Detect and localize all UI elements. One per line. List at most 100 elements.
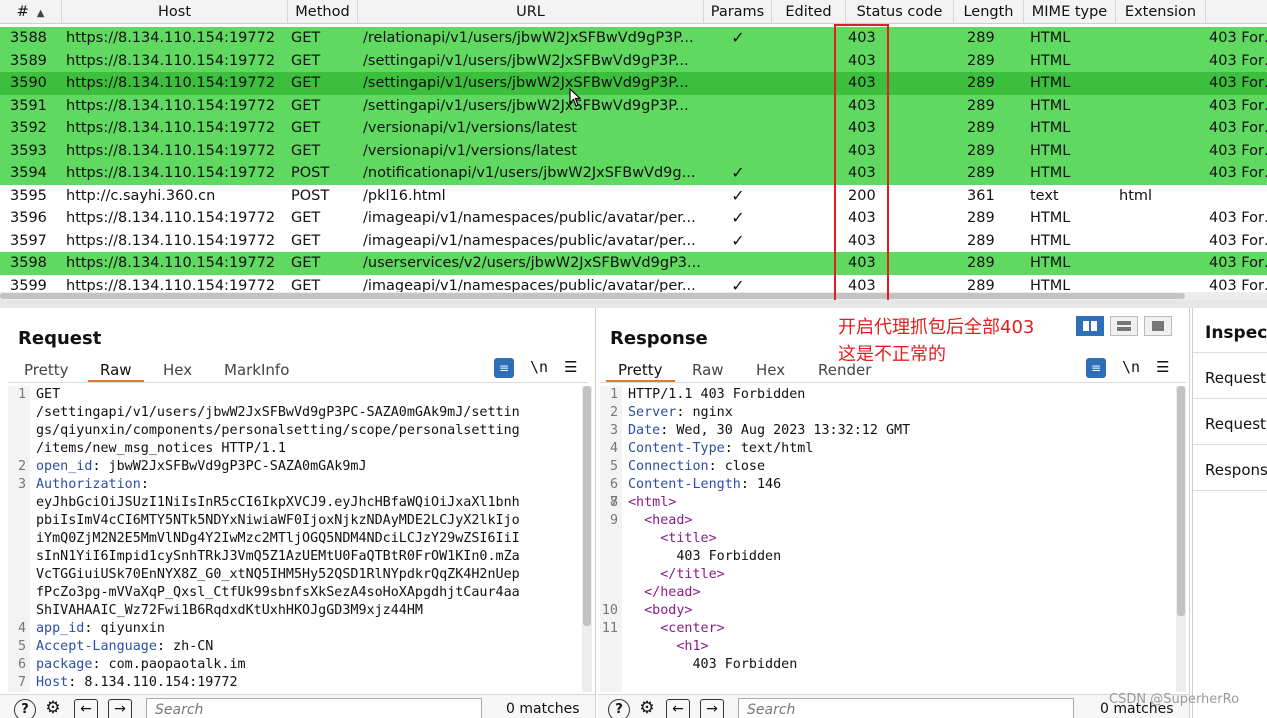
- col-header-title[interactable]: [1206, 0, 1267, 24]
- line-number: 6: [609, 477, 618, 492]
- inspector-response-headers[interactable]: Respons: [1205, 461, 1267, 479]
- row-method: GET: [291, 97, 321, 114]
- row-host: https://8.134.110.154:19772: [66, 30, 276, 46]
- wrap-lines-icon[interactable]: ≡: [1086, 358, 1106, 378]
- inspector-request-headers[interactable]: Request: [1205, 415, 1266, 433]
- code-token: : Wed, 30 Aug 2023 13:32:12 GMT: [660, 423, 911, 438]
- tab-hex[interactable]: Hex: [756, 360, 785, 382]
- line-number: 5: [17, 639, 26, 654]
- col-header-host[interactable]: Host: [62, 0, 288, 24]
- col-header-params[interactable]: Params: [704, 0, 772, 24]
- row-params: ✓: [731, 163, 745, 182]
- code-token: iYmQ0ZjM2N2E5MmVlNDg4Y2IwMzc2MTljOGQ5NDM…: [36, 531, 520, 546]
- row-url: /versionapi/v1/versions/latest: [363, 142, 577, 159]
- row-url: /settingapi/v1/users/jbwW2JxSFBwVd9gP3P.…: [363, 75, 689, 91]
- split-vertical-icon[interactable]: [1110, 316, 1138, 336]
- request-vertical-scrollbar[interactable]: [582, 386, 592, 692]
- code-line: </head>: [600, 584, 1174, 602]
- split-horizontal-icon[interactable]: [1076, 316, 1104, 336]
- row-extension: [1119, 27, 1199, 50]
- code-line: gs/qiyunxin/components/personalsetting/s…: [8, 422, 588, 440]
- response-vertical-scrollbar[interactable]: [1176, 386, 1186, 692]
- col-header-method[interactable]: Method: [288, 0, 358, 24]
- table-header: # ▲ Host Method URL Params Edited Status …: [0, 0, 1267, 24]
- table-row[interactable]: 3594 https://8.134.110.154:19772 POST/noti…: [0, 162, 1267, 185]
- tab-raw[interactable]: Raw: [88, 360, 144, 382]
- table-row[interactable]: 3588 https://8.134.110.154:19772 GET/relat…: [0, 27, 1267, 50]
- row-url: /notificationapi/v1/users/jbwW2JxSFBwVd9…: [363, 165, 696, 181]
- request-editor[interactable]: 1 GET/settingapi/v1/users/jbwW2JxSFBwVd9g…: [8, 386, 588, 692]
- gear-icon[interactable]: ⚙: [42, 699, 64, 718]
- menu-icon[interactable]: ☰: [1156, 358, 1169, 376]
- menu-icon[interactable]: ☰: [564, 358, 577, 376]
- line-number: 7: [17, 675, 26, 690]
- next-match-button[interactable]: →: [108, 699, 132, 718]
- row-extension: [1119, 95, 1199, 118]
- code-token: : text/html: [724, 441, 814, 456]
- search-input[interactable]: Search: [146, 698, 482, 718]
- code-line: 6 Content-Length: 146: [600, 476, 1174, 494]
- col-header-status-code[interactable]: Status code: [846, 0, 954, 24]
- horizontal-scrollbar[interactable]: [0, 292, 1267, 300]
- tab-pretty[interactable]: Pretty: [24, 360, 69, 382]
- newline-toggle[interactable]: \n: [530, 358, 548, 376]
- code-line: pbiIsImV4cCI6MTY5NTk5NDYxNiwiaWF0IjoxNjk…: [8, 512, 588, 530]
- row-url: /userservices/v2/users/jbwW2JxSFBwVd9gP3…: [363, 255, 701, 271]
- row-method: GET: [291, 75, 321, 91]
- response-editor[interactable]: 1 HTTP/1.1 403 Forbidden 2 Server: nginx 3 Da…: [600, 386, 1174, 692]
- table-row[interactable]: 3597 https://8.134.110.154:19772 GET/image…: [0, 230, 1267, 253]
- row-title: 403 Forbidden: [1209, 142, 1267, 159]
- inspector-request-attributes[interactable]: Request: [1205, 369, 1266, 387]
- row-params: [705, 95, 771, 118]
- table-row[interactable]: 3591 https://8.134.110.154:19772 GET/setti…: [0, 94, 1267, 118]
- row-params: [705, 117, 771, 140]
- table-row[interactable]: 3592 https://8.134.110.154:19772 GET/versi…: [0, 117, 1267, 140]
- line-number: 8: [609, 495, 618, 510]
- col-header-number[interactable]: # ▲: [0, 0, 62, 24]
- help-icon[interactable]: ?: [14, 699, 36, 718]
- search-input[interactable]: Search: [738, 698, 1074, 718]
- table-row[interactable]: 3589 https://8.134.110.154:19772 GET/setti…: [0, 49, 1267, 72]
- row-length: 289: [967, 210, 995, 226]
- wrap-lines-icon[interactable]: ≡: [494, 358, 514, 378]
- col-header-url[interactable]: URL: [358, 0, 704, 24]
- table-row[interactable]: 3595 http://c.sayhi.360.cn POST/pkl16.html…: [0, 185, 1267, 208]
- newline-toggle[interactable]: \n: [1122, 358, 1140, 376]
- row-host: https://8.134.110.154:19772: [66, 255, 276, 271]
- table-body: 3588 https://8.134.110.154:19772 GET/relat…: [0, 27, 1267, 297]
- tab-pretty[interactable]: Pretty: [606, 360, 675, 382]
- col-header-mime-type[interactable]: MIME type: [1024, 0, 1116, 24]
- col-header-extension[interactable]: Extension: [1116, 0, 1206, 24]
- help-icon[interactable]: ?: [608, 699, 630, 718]
- row-host: https://8.134.110.154:19772: [66, 97, 276, 114]
- row-method: POST: [291, 187, 330, 204]
- table-row[interactable]: 3590 https://8.134.110.154:19772 GET/setti…: [0, 72, 1267, 95]
- next-match-button[interactable]: →: [700, 699, 724, 718]
- tab-hex[interactable]: Hex: [163, 360, 192, 382]
- col-header-length[interactable]: Length: [954, 0, 1024, 24]
- row-number: 3595: [10, 187, 47, 204]
- row-method: GET: [291, 142, 321, 159]
- tab-markinfo[interactable]: MarkInfo: [224, 360, 289, 382]
- prev-match-button[interactable]: ←: [666, 699, 690, 718]
- code-token: Authorization: [36, 477, 141, 492]
- code-line: 11 <center>: [600, 620, 1174, 638]
- prev-match-button[interactable]: ←: [74, 699, 98, 718]
- code-token: package: [36, 657, 93, 672]
- gear-icon[interactable]: ⚙: [636, 699, 658, 718]
- code-line: /settingapi/v1/users/jbwW2JxSFBwVd9gP3PC…: [8, 404, 588, 422]
- table-row[interactable]: 3596 https://8.134.110.154:19772 GET/image…: [0, 207, 1267, 230]
- code-line: 9 <head>: [600, 512, 1174, 530]
- panel-divider[interactable]: [0, 300, 1267, 308]
- scrollbar-thumb[interactable]: [0, 293, 1185, 299]
- tab-raw[interactable]: Raw: [692, 360, 724, 382]
- row-length: 289: [967, 120, 995, 136]
- table-row[interactable]: 3598 https://8.134.110.154:19772 GET/users…: [0, 252, 1267, 275]
- row-method: GET: [291, 255, 321, 271]
- line-number: 4: [17, 621, 26, 636]
- col-header-edited[interactable]: Edited: [772, 0, 846, 24]
- table-row[interactable]: 3593 https://8.134.110.154:19772 GET/versi…: [0, 139, 1267, 162]
- tabbed-layout-icon[interactable]: [1144, 316, 1172, 336]
- row-length: 289: [967, 142, 995, 159]
